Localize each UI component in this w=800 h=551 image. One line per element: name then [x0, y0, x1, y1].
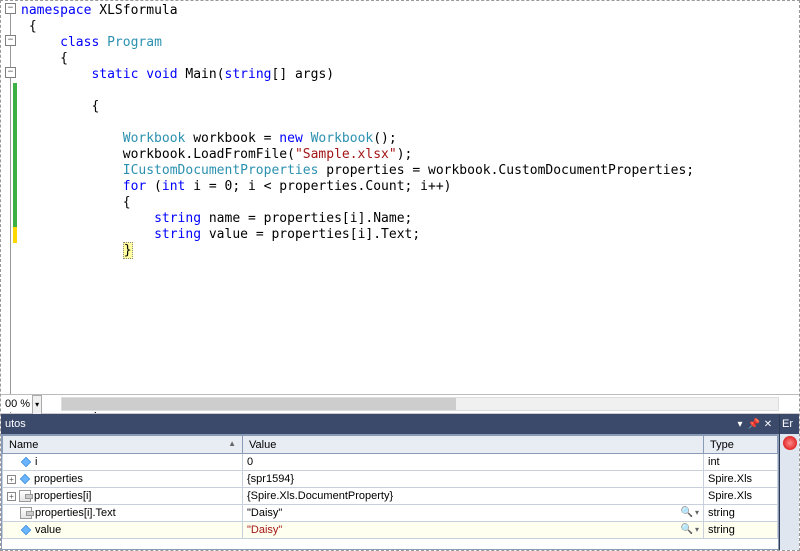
var-value: {Spire.Xls.DocumentProperty}: [247, 490, 393, 502]
col-header-name[interactable]: Name▲: [3, 436, 243, 454]
variable-icon: [20, 474, 30, 484]
var-type: string: [704, 522, 778, 539]
visualizer-icon[interactable]: 🔍▾: [681, 524, 699, 535]
property-icon: [20, 507, 32, 519]
table-row[interactable]: value "Daisy" 🔍▾ string: [3, 522, 778, 539]
fold-button[interactable]: −: [5, 67, 16, 78]
fold-button[interactable]: −: [5, 35, 16, 46]
var-name: properties: [34, 473, 83, 485]
expand-button[interactable]: +: [7, 492, 16, 501]
variable-icon: [21, 457, 31, 467]
table-row[interactable]: properties[i].Text "Daisy" 🔍▾ string: [3, 505, 778, 522]
var-name: value: [35, 524, 61, 536]
var-value: "Daisy": [247, 524, 282, 536]
scrollbar-thumb[interactable]: [62, 398, 456, 410]
var-type: Spire.Xls: [704, 471, 778, 488]
var-value: "Daisy": [247, 507, 282, 519]
close-icon[interactable]: ✕: [761, 419, 775, 430]
error-icon: [783, 436, 797, 450]
property-icon: [19, 490, 31, 502]
zoom-dropdown[interactable]: ▾: [32, 395, 42, 415]
var-type: string: [704, 505, 778, 522]
var-value: {spr1594}: [247, 473, 294, 485]
var-value: 0: [247, 456, 253, 468]
fold-button[interactable]: −: [5, 3, 16, 14]
zoom-level[interactable]: 00 %: [5, 398, 30, 410]
table-row[interactable]: i 0 int: [3, 454, 778, 471]
variable-icon: [21, 525, 31, 535]
horizontal-scrollbar[interactable]: [61, 397, 779, 411]
col-header-type[interactable]: Type: [704, 436, 778, 454]
panel-title: utos: [5, 418, 26, 430]
var-name: properties[i].Text: [35, 507, 116, 519]
code-editor[interactable]: − − − namespace XLSformula { class Progr…: [1, 1, 799, 414]
table-row[interactable]: + properties {spr1594} Spire.Xls: [3, 471, 778, 488]
expand-button[interactable]: +: [7, 475, 16, 484]
var-name: properties[i]: [34, 490, 91, 502]
error-list-tab[interactable]: Er: [779, 414, 799, 550]
var-type: int: [704, 454, 778, 471]
panel-menu-icon[interactable]: ▾: [733, 419, 747, 430]
visualizer-icon[interactable]: 🔍▾: [681, 507, 699, 518]
var-name: i: [35, 456, 37, 468]
panel-title-bar[interactable]: utos ▾ 📌 ✕: [1, 414, 779, 434]
var-type: Spire.Xls: [704, 488, 778, 505]
editor-gutter: − − −: [1, 1, 17, 413]
autos-panel: utos ▾ 📌 ✕ Name▲ Value Type i 0 int + proper…: [1, 414, 779, 550]
variables-grid[interactable]: Name▲ Value Type i 0 int + properties {spr159…: [1, 434, 779, 550]
code-area[interactable]: namespace XLSformula { class Program { s…: [17, 1, 799, 413]
table-row[interactable]: + properties[i] {Spire.Xls.DocumentPropert…: [3, 488, 778, 505]
col-header-value[interactable]: Value: [243, 436, 704, 454]
pin-icon[interactable]: 📌: [747, 419, 761, 430]
zoom-bar: 00 %▾: [1, 394, 799, 412]
